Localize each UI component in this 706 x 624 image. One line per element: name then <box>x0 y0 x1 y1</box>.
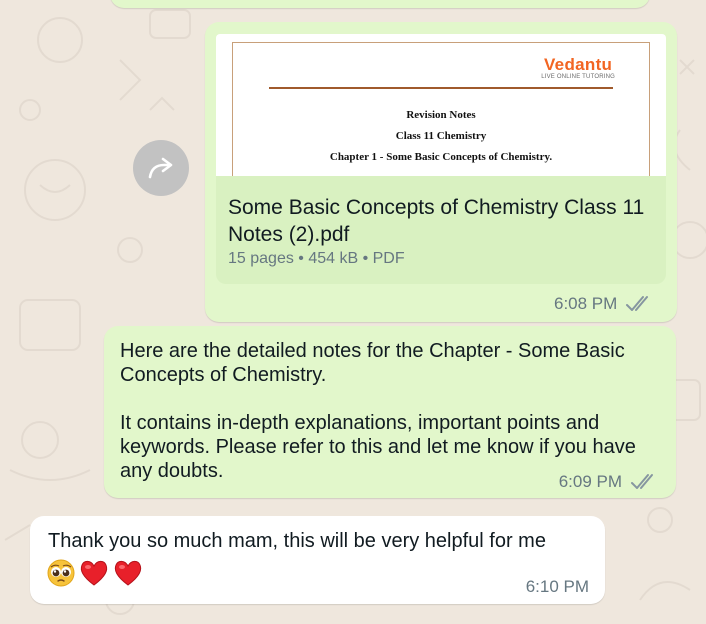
preview-subheading: Class 11 Chemistry <box>395 130 487 142</box>
document-message-meta: 6:08 PM <box>554 294 655 314</box>
file-meta: 15 pages • 454 kB • PDF <box>228 250 405 267</box>
vedantu-logo: Vedantu LIVE ONLINE TUTORING <box>541 55 615 80</box>
text-message-meta: 6:09 PM <box>559 472 660 492</box>
file-name: Some Basic Concepts of Chemistry Class 1… <box>228 196 645 246</box>
message-time: 6:08 PM <box>554 294 618 313</box>
reply-text: Thank you so much mam, this will be very… <box>48 530 546 552</box>
pdf-preview[interactable]: Vedantu LIVE ONLINE TUTORING Revision No… <box>216 34 666 176</box>
emoji-row <box>46 558 144 588</box>
red-heart-emoji-icon <box>114 560 142 586</box>
message-text: Here are the detailed notes for the Chap… <box>120 340 636 482</box>
double-check-icon <box>626 296 649 311</box>
file-info[interactable]: Some Basic Concepts of Chemistry Class 1… <box>216 176 666 284</box>
red-heart-emoji-icon <box>80 560 108 586</box>
preview-heading: Revision Notes <box>406 109 476 121</box>
previous-message-bubble <box>110 0 650 8</box>
double-check-icon <box>631 474 653 489</box>
forward-button[interactable] <box>133 140 189 196</box>
forward-arrow-icon <box>148 157 173 179</box>
pdf-page: Vedantu LIVE ONLINE TUTORING Revision No… <box>232 42 650 176</box>
reply-message-meta: 6:10 PM <box>526 577 589 597</box>
pleading-face-emoji-icon <box>47 559 75 587</box>
text-message-bubble[interactable]: Here are the detailed notes for the Chap… <box>104 326 676 498</box>
preview-chapter-title: Chapter 1 - Some Basic Concepts of Chemi… <box>329 151 553 163</box>
message-time: 6:10 PM <box>525 577 589 596</box>
message-time: 6:09 PM <box>558 472 622 491</box>
header-rule <box>269 87 613 89</box>
